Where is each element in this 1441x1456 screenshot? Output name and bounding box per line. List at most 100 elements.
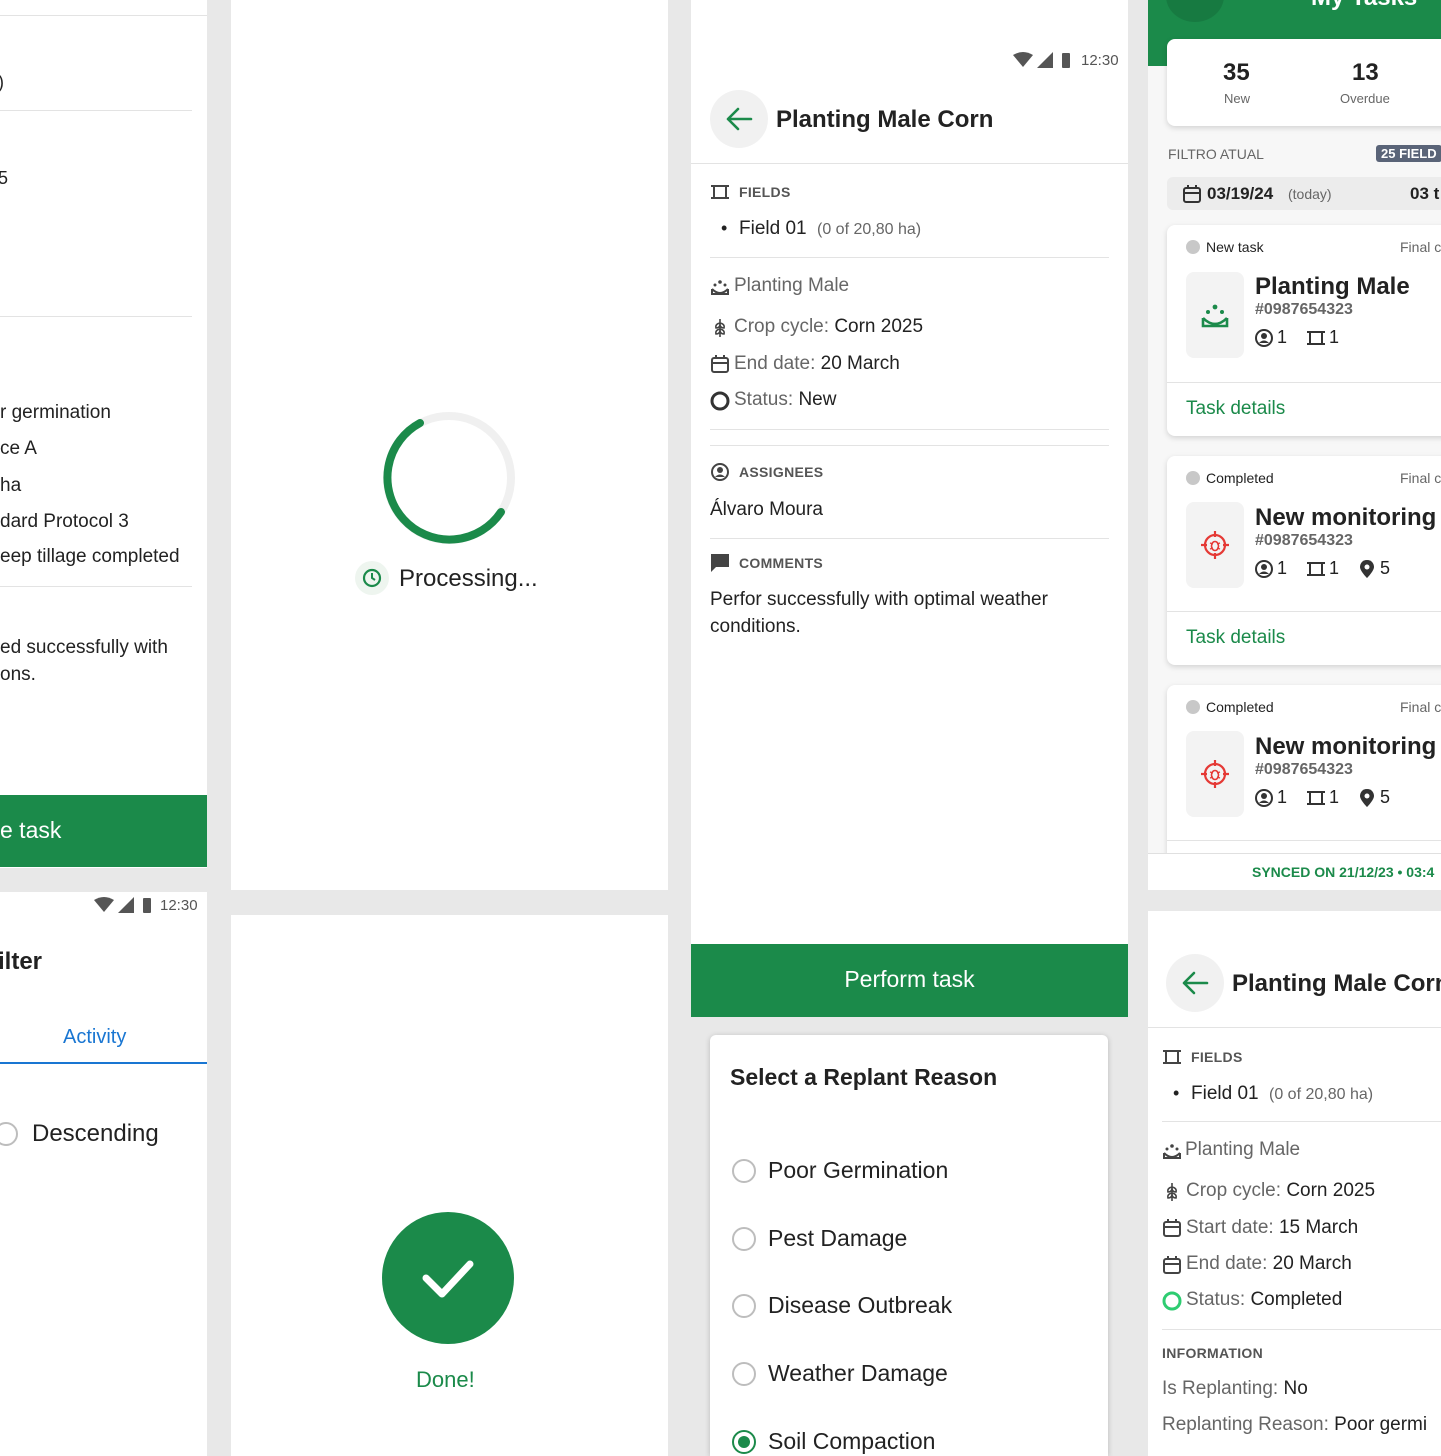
back-button[interactable] [1166, 0, 1224, 22]
perform-task-button[interactable]: Perform task [691, 944, 1128, 1017]
field-icon [1163, 1050, 1181, 1064]
replanting-label: Is Replanting: [1162, 1378, 1279, 1399]
radio-disease-outbreak[interactable] [732, 1294, 756, 1318]
end-date-value: 20 March [1272, 1253, 1352, 1274]
done-label: Done! [416, 1367, 475, 1392]
activity-label: Planting Male [1185, 1139, 1301, 1160]
assignee-count: 1 [1277, 327, 1288, 347]
stat-overdue-label: Overdue [1340, 91, 1390, 106]
done-panel: Done! [231, 915, 668, 1456]
location-pin-icon [1360, 560, 1374, 578]
back-button[interactable] [710, 90, 768, 148]
tab-activity-label: Activity [63, 1026, 127, 1048]
filter-badge[interactable]: 25 FIELD [1376, 145, 1441, 162]
date-note: (today) [1288, 186, 1332, 202]
my-tasks-title: My Tasks [1311, 0, 1417, 12]
crop-icon [715, 319, 725, 337]
left-detail-4: dard Protocol 3 [0, 511, 129, 532]
signal-icon [1037, 52, 1053, 68]
task-status: New task [1186, 239, 1264, 255]
location-pin-icon [1360, 789, 1374, 807]
end-date-label: End date: [1186, 1253, 1268, 1274]
left-comment-line-2: ons. [0, 664, 36, 685]
end-date-row: End date: 20 March [734, 353, 900, 375]
option-poor-germination[interactable]: Poor Germination [710, 1150, 1108, 1194]
option-label: Poor Germination [768, 1157, 949, 1183]
left-row-1: ) [0, 72, 4, 93]
crop-cycle-label: Crop cycle: [1186, 1180, 1282, 1201]
status-row: Status: Completed [1186, 1289, 1342, 1311]
filter-title: ilter [0, 948, 43, 975]
task-status-label: Completed [1206, 699, 1274, 715]
user-circle-icon [1255, 789, 1273, 807]
field-count: 1 [1329, 787, 1340, 807]
comment-line-1: Perfor successfully with optimal weather [710, 589, 1048, 610]
replanting-reason-value: Poor germi [1334, 1414, 1428, 1435]
stat-new-label: New [1224, 91, 1251, 106]
task-card[interactable]: Completed Final c New monitoring #098765… [1167, 456, 1441, 665]
task-icon-box [1186, 731, 1244, 817]
tab-activity[interactable]: Activity [0, 1024, 207, 1064]
date-filter-chip[interactable]: 03/19/24 (today) 03 t [1167, 177, 1441, 210]
radio-poor-germination[interactable] [732, 1159, 756, 1183]
field-icon [1307, 791, 1325, 805]
start-date-row: Start date: 15 March [1186, 1217, 1358, 1239]
status-dot [1186, 240, 1200, 254]
field-name: Field 01 [739, 218, 807, 239]
task-detail-panel-completed: Planting Male Corn FIELDS • Field 01 (0 … [1148, 911, 1441, 1456]
option-soil-compaction[interactable]: Soil Compaction [710, 1421, 1108, 1456]
field-icon [711, 185, 729, 199]
fields-section-label: FIELDS [1191, 1049, 1243, 1065]
user-circle-icon [1255, 560, 1273, 578]
task-details-link[interactable]: Task details [1186, 398, 1285, 420]
crop-icon [1167, 1183, 1177, 1201]
point-count: 5 [1380, 558, 1391, 578]
end-date-value: 20 March [820, 353, 900, 374]
option-weather-damage[interactable]: Weather Damage [710, 1353, 1108, 1397]
replanting-value: No [1283, 1378, 1308, 1399]
assignee-count: 1 [1277, 787, 1288, 807]
information-section-label: INFORMATION [1162, 1345, 1264, 1361]
start-date-value: 15 March [1278, 1217, 1359, 1238]
radio-soil-compaction[interactable] [732, 1430, 756, 1454]
task-title: New monitoring [1255, 504, 1437, 531]
signal-icon [118, 897, 134, 913]
replanting-reason-label: Replanting Reason: [1162, 1414, 1329, 1435]
task-id: #0987654323 [1255, 301, 1353, 318]
option-label: Weather Damage [768, 1360, 948, 1386]
wifi-icon [1013, 52, 1033, 67]
radio-weather-damage[interactable] [732, 1362, 756, 1386]
option-disease-outbreak[interactable]: Disease Outbreak [710, 1285, 1108, 1329]
clock-icon [355, 561, 389, 595]
back-button[interactable] [1166, 954, 1224, 1012]
arrow-left-icon [1182, 971, 1209, 995]
left-detail-3: ha [0, 475, 22, 496]
left-detail-5: eep tillage completed [0, 546, 180, 567]
field-name: Field 01 [1191, 1083, 1259, 1104]
planting-icon [711, 280, 729, 295]
descending-radio[interactable] [0, 1122, 18, 1146]
task-title: New monitoring [1255, 733, 1437, 760]
comment-line-2: conditions. [710, 616, 801, 637]
comment-icon [711, 554, 729, 572]
page-title: Planting Male Corn [776, 106, 994, 133]
radio-pest-damage[interactable] [732, 1227, 756, 1251]
arrow-left-icon [726, 107, 753, 131]
battery-icon [1062, 53, 1070, 68]
option-pest-damage[interactable]: Pest Damage [710, 1218, 1108, 1262]
planting-icon [1201, 304, 1229, 328]
field-count: 1 [1329, 558, 1340, 578]
date-value: 03/19/24 [1207, 184, 1274, 203]
task-status-label: Completed [1206, 470, 1274, 486]
task-details-link[interactable]: Task details [1186, 627, 1285, 649]
activity-label: Planting Male [734, 275, 850, 296]
user-circle-icon [711, 463, 729, 481]
task-status-label: New task [1206, 239, 1264, 255]
fields-section-label: FIELDS [739, 184, 791, 200]
field-area: (0 of 20,80 ha) [817, 221, 922, 238]
crop-cycle-row: Crop cycle: Corn 2025 [1186, 1180, 1375, 1202]
task-stats-card: 35 New 13 Overdue [1167, 39, 1441, 126]
task-card[interactable]: New task Final c Planting Male #09876543… [1167, 225, 1441, 436]
perform-task-button-left[interactable]: e task [0, 795, 207, 867]
end-date-label: End date: [734, 353, 816, 374]
